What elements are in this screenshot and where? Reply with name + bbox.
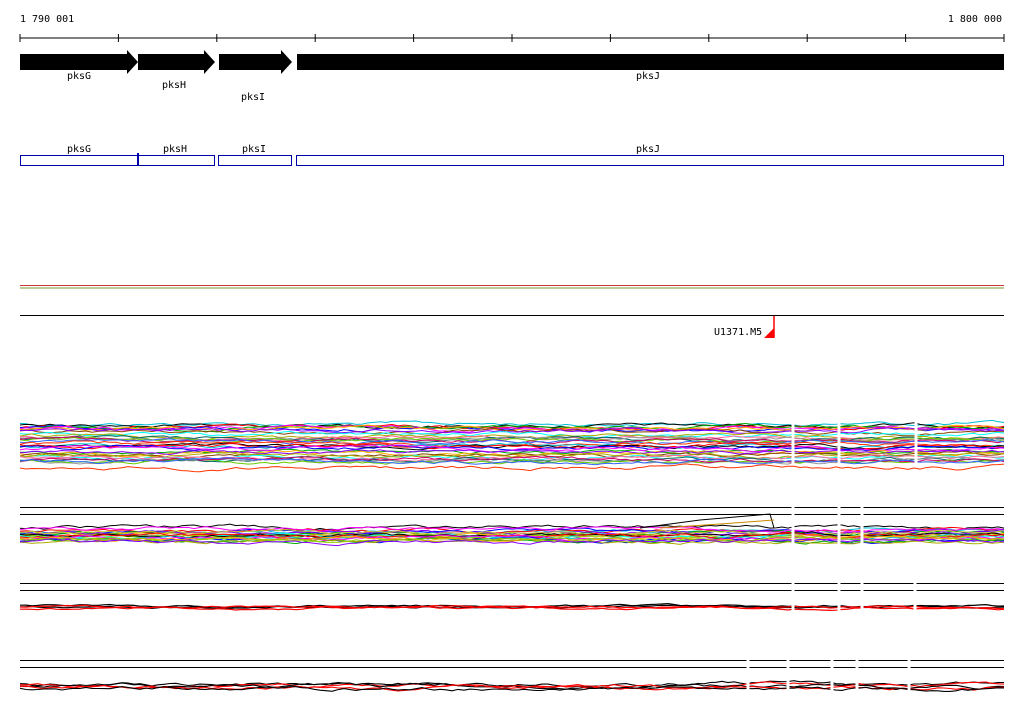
gene-track[interactable] [20,50,1004,74]
signal-line [19,463,1005,473]
track-gap [837,580,841,614]
signal-peak [659,519,775,529]
track-gap [914,412,918,464]
track-gap [860,503,864,545]
gene-label-pksG: pksG [67,71,92,82]
signal-track-2[interactable] [19,503,1005,547]
gene-arrow-pksI[interactable] [219,50,292,74]
cds-label-pksG: pksG [67,144,92,155]
track-gap [913,580,917,614]
track-gap [907,656,911,694]
track-gap [791,503,795,545]
tracks-canvas [19,34,1005,694]
marker-flag[interactable] [764,328,774,338]
cds-box-pksG[interactable] [20,155,138,166]
marker-track[interactable] [20,315,1004,339]
track-gap [860,580,864,614]
coordinate-ruler[interactable] [19,34,1005,42]
line-track[interactable] [20,285,1004,289]
track-gap [791,580,795,614]
gene-arrow-pksH[interactable] [138,50,215,74]
gene-label-pksH: pksH [162,80,187,91]
cds-label-pksI: pksI [242,144,267,155]
cds-label-pksH: pksH [163,144,188,155]
gene-label-pksI: pksI [241,92,266,103]
track-gap [746,656,750,694]
track-gap [855,656,859,694]
signal-line [19,523,1005,532]
track-gap [837,503,841,545]
track-gap [786,656,790,694]
gene-arrow-pksJ[interactable] [297,54,1004,70]
track-gap [791,412,795,464]
track-gap [830,656,834,694]
cds-box-pksH[interactable] [137,155,215,166]
marker-label: U1371.M5 [714,327,763,338]
cds-box-pksI[interactable] [218,155,292,166]
gene-label-pksJ: pksJ [636,71,661,82]
genome-browser-view: 1 790 001 1 800 000 pksG pksH pksI pksJ … [0,0,1024,714]
track-gap [837,412,841,464]
cds-box-pksJ[interactable] [296,155,1004,166]
signal-track-3[interactable] [19,580,1005,614]
signal-track-1[interactable] [19,412,1005,473]
signal-track-4[interactable] [19,656,1005,694]
cds-label-pksJ: pksJ [636,144,661,155]
